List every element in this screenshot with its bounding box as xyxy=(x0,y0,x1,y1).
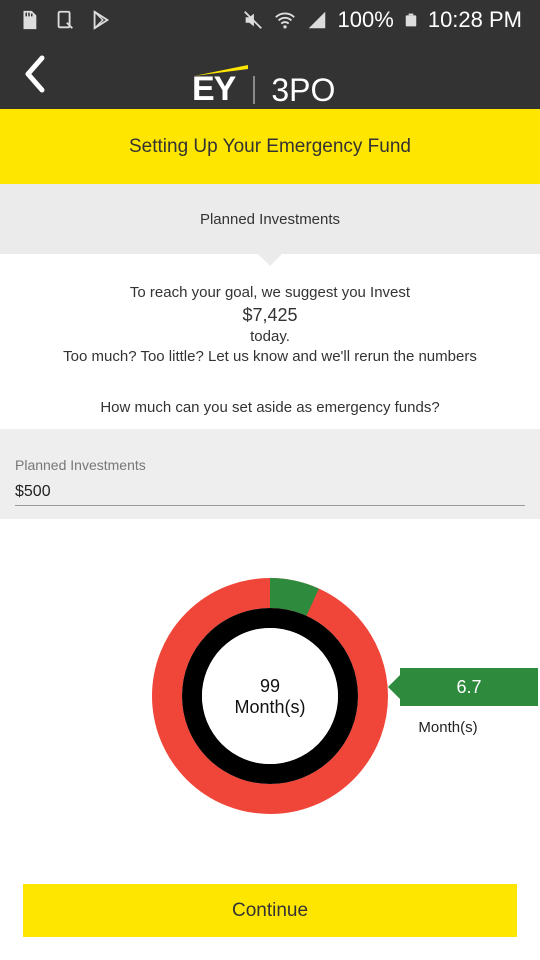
callout-value: 6.7 xyxy=(456,676,482,697)
suggestion-text: To reach your goal, we suggest you Inves… xyxy=(0,283,540,367)
section-pointer xyxy=(258,254,282,266)
logo-brand: EY xyxy=(192,65,248,106)
page-title: Setting Up Your Emergency Fund xyxy=(128,135,411,157)
status-left-icons xyxy=(18,9,112,31)
chevron-left-icon[interactable] xyxy=(18,54,54,94)
donut-progress-arc xyxy=(269,578,319,617)
signal-icon xyxy=(308,11,325,29)
mute-icon xyxy=(243,11,262,29)
section-title: Planned Investments xyxy=(199,210,341,228)
suggestion-line4: Too much? Too little? Let us know and we… xyxy=(63,348,477,365)
callout-unit: Month(s) xyxy=(418,719,478,736)
logo-app-name: 3PO xyxy=(271,72,336,108)
progress-callout: 6.7 xyxy=(400,668,538,706)
play-store-icon xyxy=(93,10,110,30)
status-bar: 100% 10:28 PM xyxy=(0,0,540,40)
question-text: How much can you set aside as emergency … xyxy=(100,399,440,416)
donut-center-label: 99 Month(s) xyxy=(200,676,340,718)
planned-investments-label: Planned Investments xyxy=(15,457,146,473)
page-title-band: Setting Up Your Emergency Fund xyxy=(0,109,540,184)
suggestion-line3: today. xyxy=(250,328,290,345)
wifi-icon xyxy=(274,12,295,29)
screenshot-icon xyxy=(57,10,73,29)
logo-beam-icon xyxy=(194,65,248,76)
app-bar: EY 3PO xyxy=(0,40,540,109)
battery-icon xyxy=(405,13,417,27)
continue-button[interactable]: Continue xyxy=(23,884,517,937)
planned-investments-input[interactable] xyxy=(15,479,525,506)
clock: 10:28 PM xyxy=(427,7,522,32)
sd-card-icon xyxy=(23,10,37,30)
section-header: Planned Investments xyxy=(0,184,540,254)
status-right: 100% 10:28 PM xyxy=(242,7,522,33)
donut-center-unit: Month(s) xyxy=(234,697,306,717)
suggested-amount: $7,425 xyxy=(242,305,298,325)
app-logo: EY 3PO xyxy=(192,46,335,106)
battery-percent: 100% xyxy=(337,7,394,32)
planned-investments-section: Planned Investments xyxy=(0,429,540,519)
logo-divider xyxy=(253,76,256,104)
donut-center-value: 99 xyxy=(259,676,281,696)
suggestion-line1: To reach your goal, we suggest you Inves… xyxy=(129,284,411,301)
